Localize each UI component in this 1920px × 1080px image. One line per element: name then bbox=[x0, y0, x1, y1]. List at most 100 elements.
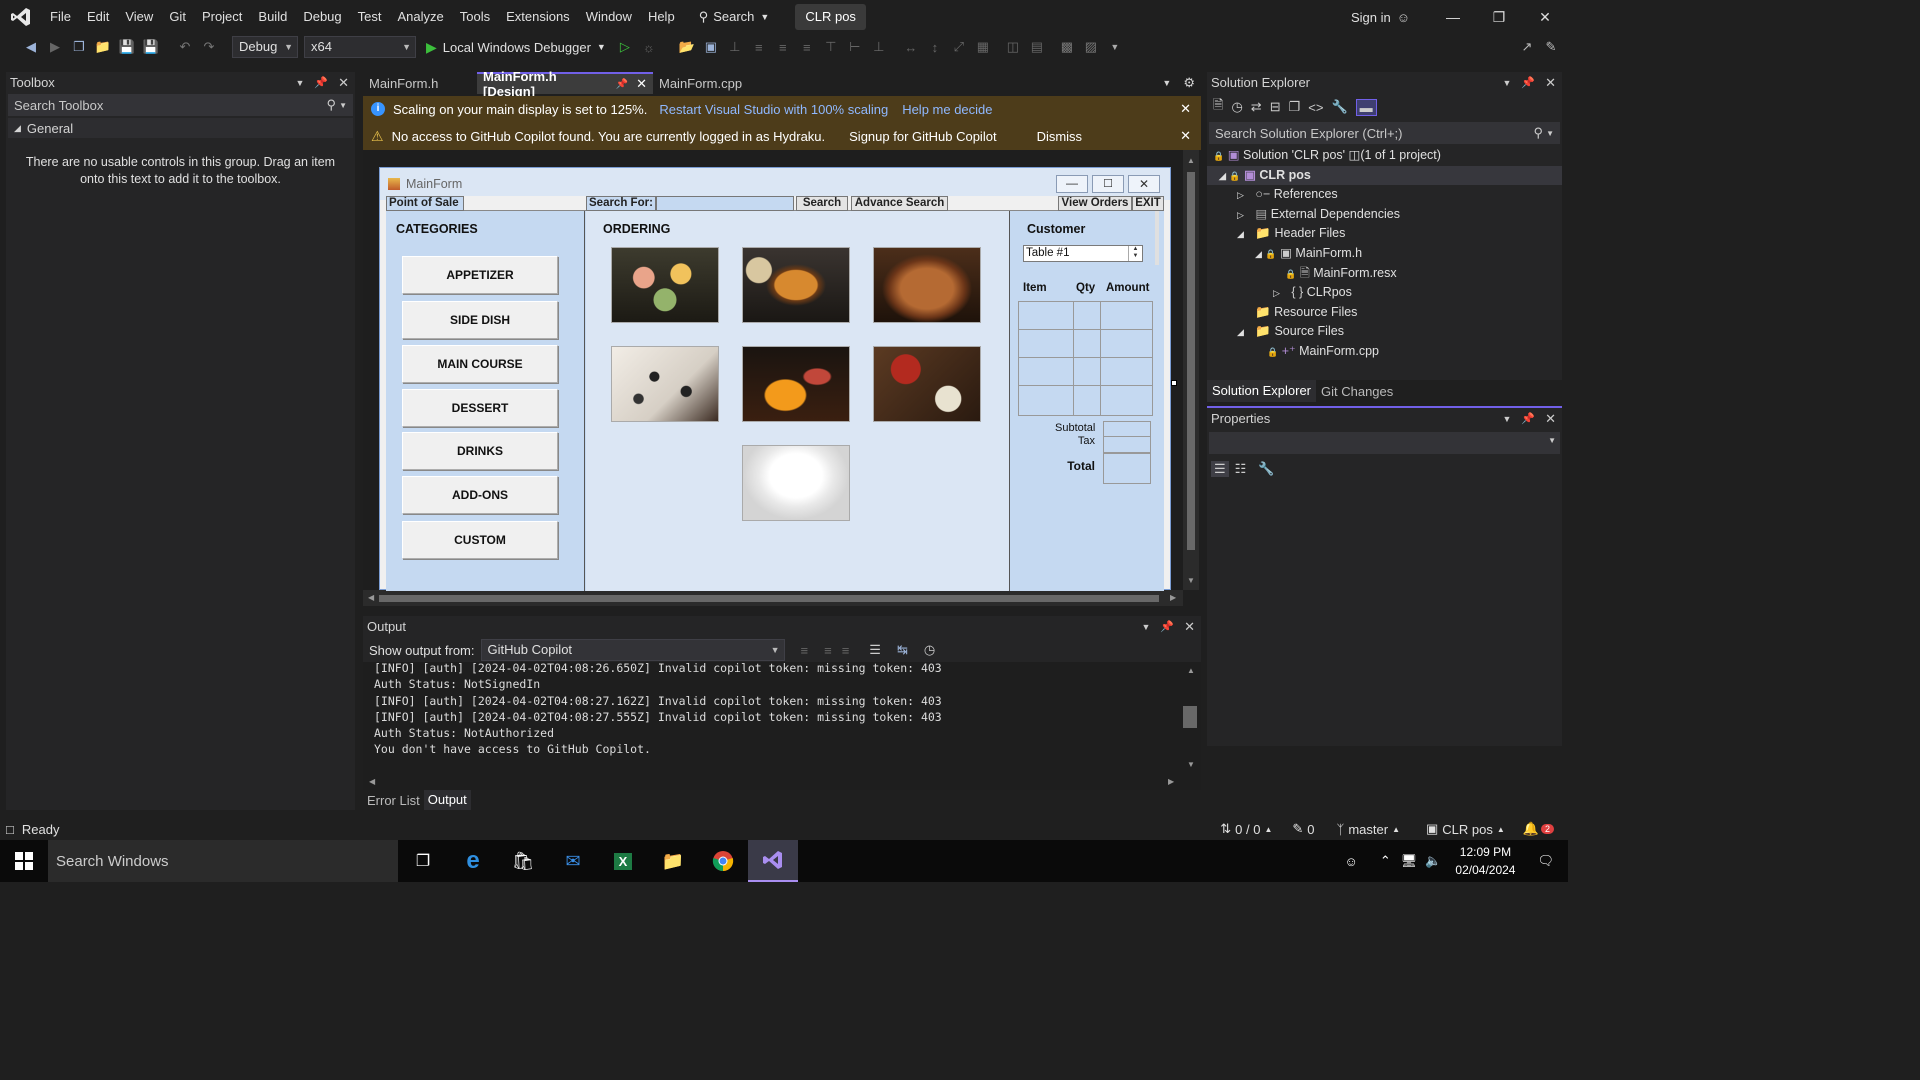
close-icon[interactable]: ✕ bbox=[338, 72, 349, 94]
close-icon[interactable]: ✕ bbox=[1180, 101, 1191, 117]
side-dish-button[interactable]: SIDE DISH bbox=[402, 301, 558, 339]
tree-item-mainform-cpp[interactable]: 🔒 +⁺ MainForm.cpp bbox=[1207, 342, 1562, 362]
pin-icon[interactable]: 📌 bbox=[1521, 408, 1535, 430]
overflow-icon[interactable]: ▼ bbox=[1104, 36, 1126, 58]
file-explorer-icon[interactable]: 📁 bbox=[648, 840, 698, 882]
search-textbox[interactable] bbox=[656, 196, 794, 211]
chevron-down-icon[interactable]: ▼ bbox=[339, 101, 347, 110]
menu-analyze[interactable]: Analyze bbox=[389, 0, 451, 34]
show-all-files-icon[interactable]: ❐ bbox=[1289, 99, 1301, 115]
tree-item-clrpos-namespace[interactable]: ▷ { } CLRpos bbox=[1207, 283, 1562, 303]
exit-button[interactable]: EXIT bbox=[1132, 196, 1164, 211]
pin-icon[interactable]: 📌 bbox=[1521, 72, 1535, 94]
share-icon[interactable]: ↗ bbox=[1516, 36, 1538, 58]
pin-icon[interactable]: 📌 bbox=[314, 72, 328, 94]
tree-item-resource-files[interactable]: 📁 Resource Files bbox=[1207, 303, 1562, 323]
save-all-icon[interactable]: 💾 bbox=[140, 36, 162, 58]
next-message-icon[interactable]: ≡ bbox=[842, 643, 850, 658]
form-minimize-icon[interactable]: — bbox=[1056, 175, 1088, 193]
pencil-icon[interactable]: ✎ bbox=[1292, 821, 1303, 837]
gear-icon[interactable]: ⚙ bbox=[1183, 75, 1195, 91]
spacing-vertical-icon[interactable]: ▤ bbox=[1026, 36, 1048, 58]
menu-edit[interactable]: Edit bbox=[79, 0, 117, 34]
action-center-icon[interactable]: 🗨 bbox=[1537, 853, 1554, 869]
same-size-icon[interactable]: ⤢ bbox=[948, 36, 970, 58]
output-vertical-scrollbar[interactable]: ▲ ▼ bbox=[1181, 664, 1199, 776]
tree-item-references[interactable]: ▷ ○− References bbox=[1207, 185, 1562, 205]
sync-count[interactable]: 0 / 0 bbox=[1235, 822, 1260, 837]
alphabetical-icon[interactable]: ☷ bbox=[1235, 461, 1247, 477]
toolbox-group-general[interactable]: ◢ General bbox=[8, 118, 353, 138]
clock[interactable]: 12:09 PM 02/04/2024 bbox=[1455, 843, 1515, 879]
designer-horizontal-scrollbar[interactable]: ◀ ▶ bbox=[363, 590, 1183, 606]
align-left-icon[interactable]: ≡ bbox=[748, 36, 770, 58]
back-icon[interactable]: ◀ bbox=[20, 36, 42, 58]
align-middle-icon[interactable]: ⊢ bbox=[844, 36, 866, 58]
tree-item-header-files[interactable]: ◢ 📁 Header Files bbox=[1207, 224, 1562, 244]
new-project-icon[interactable]: ❐ bbox=[68, 36, 90, 58]
send-back-icon[interactable]: ▨ bbox=[1080, 36, 1102, 58]
tab-solution-explorer[interactable]: Solution Explorer bbox=[1207, 380, 1316, 402]
scroll-left-icon[interactable]: ◀ bbox=[368, 593, 374, 602]
timestamp-icon[interactable]: ◷ bbox=[924, 642, 935, 658]
tab-mainform-h[interactable]: MainForm.h bbox=[363, 72, 477, 94]
hot-reload-icon[interactable]: ☼ bbox=[638, 36, 660, 58]
visual-studio-logo-icon[interactable] bbox=[0, 0, 42, 34]
scrollbar-thumb[interactable] bbox=[379, 595, 1159, 602]
close-icon[interactable]: ✕ bbox=[1545, 72, 1556, 94]
drinks-image[interactable] bbox=[742, 346, 850, 422]
solution-search-input[interactable]: Search Solution Explorer (Ctrl+;) ⚲ ▼ bbox=[1209, 122, 1560, 144]
feedback-icon[interactable]: ✎ bbox=[1540, 36, 1562, 58]
sync-status-icon[interactable]: ⇅ bbox=[1220, 821, 1231, 837]
pin-icon[interactable]: 📌 bbox=[1160, 616, 1174, 638]
tray-overflow-icon[interactable]: ⌃ bbox=[1380, 853, 1391, 869]
close-tab-icon[interactable]: ✕ bbox=[636, 76, 647, 92]
dessert-button[interactable]: DESSERT bbox=[402, 389, 558, 427]
restart-scaling-link[interactable]: Restart Visual Studio with 100% scaling bbox=[659, 102, 888, 117]
categorized-icon[interactable]: ☰ bbox=[1211, 461, 1229, 477]
forward-icon[interactable]: ▶ bbox=[44, 36, 66, 58]
open-folder-icon[interactable]: 📁 bbox=[92, 36, 114, 58]
options-dropdown-icon[interactable]: ▼ bbox=[1502, 72, 1511, 94]
task-view-icon[interactable]: ❐ bbox=[398, 840, 448, 882]
scrollbar-thumb[interactable] bbox=[1183, 706, 1197, 728]
solution-name-badge[interactable]: CLR pos bbox=[795, 4, 866, 30]
find-message-icon[interactable]: ≡ bbox=[801, 643, 809, 658]
scroll-right-icon[interactable]: ▶ bbox=[1170, 593, 1176, 602]
tab-mainform-design[interactable]: MainForm.h [Design] 📌 ✕ bbox=[477, 69, 653, 99]
add-ons-image[interactable] bbox=[873, 346, 981, 422]
form-maximize-icon[interactable]: ☐ bbox=[1092, 175, 1124, 193]
menu-file[interactable]: File bbox=[42, 0, 79, 34]
pending-changes-icon[interactable]: ◷ bbox=[1231, 99, 1242, 115]
tree-item-solution[interactable]: 🔒 ▣ Solution 'CLR pos' ◫(1 of 1 project) bbox=[1207, 146, 1562, 166]
tree-item-source-files[interactable]: ◢ 📁 Source Files bbox=[1207, 322, 1562, 342]
clear-all-icon[interactable]: ☰ bbox=[869, 642, 881, 658]
tree-item-external-dependencies[interactable]: ▷ ▤ External Dependencies bbox=[1207, 205, 1562, 225]
add-ons-button[interactable]: ADD-ONS bbox=[402, 476, 558, 514]
volume-icon[interactable]: 🔈 bbox=[1425, 853, 1441, 869]
tree-item-mainform-h[interactable]: ◢ 🔒 ▣ MainForm.h bbox=[1207, 244, 1562, 264]
platform-select[interactable]: x64 ▼ bbox=[304, 36, 416, 58]
solution-folder-icon[interactable]: 📂 bbox=[676, 36, 698, 58]
visual-studio-taskbar-icon[interactable] bbox=[748, 840, 798, 882]
updown-arrows-icon[interactable]: ▲ ▼ bbox=[1128, 246, 1142, 261]
help-me-decide-link[interactable]: Help me decide bbox=[902, 102, 992, 117]
close-icon[interactable]: ✕ bbox=[1184, 616, 1195, 638]
preview-icon[interactable]: ▬ bbox=[1355, 98, 1377, 116]
global-search-button[interactable]: ⚲ Search ▼ bbox=[691, 5, 778, 29]
windows-start-icon[interactable] bbox=[0, 840, 48, 882]
mainform-window[interactable]: MainForm — ☐ ✕ Point of Sale Search For:… bbox=[379, 167, 1171, 591]
scroll-up-icon[interactable]: ▲ bbox=[1187, 666, 1195, 675]
store-icon[interactable]: 🛍 bbox=[498, 840, 548, 882]
main-course-button[interactable]: MAIN COURSE bbox=[402, 345, 558, 383]
options-dropdown-icon[interactable]: ▼ bbox=[1502, 408, 1511, 430]
close-icon[interactable]: ✕ bbox=[1522, 0, 1568, 34]
chrome-icon[interactable] bbox=[698, 840, 748, 882]
drinks-button[interactable]: DRINKS bbox=[402, 432, 558, 470]
repo-name[interactable]: CLR pos bbox=[1442, 822, 1493, 837]
layout-icon[interactable]: ▣ bbox=[700, 36, 722, 58]
branch-name[interactable]: master bbox=[1348, 822, 1388, 837]
undo-icon[interactable]: ↶ bbox=[174, 36, 196, 58]
align-top-icon[interactable]: ⊤ bbox=[820, 36, 842, 58]
toolbox-search-input[interactable]: Search Toolbox ⚲ ▼ bbox=[8, 94, 353, 116]
